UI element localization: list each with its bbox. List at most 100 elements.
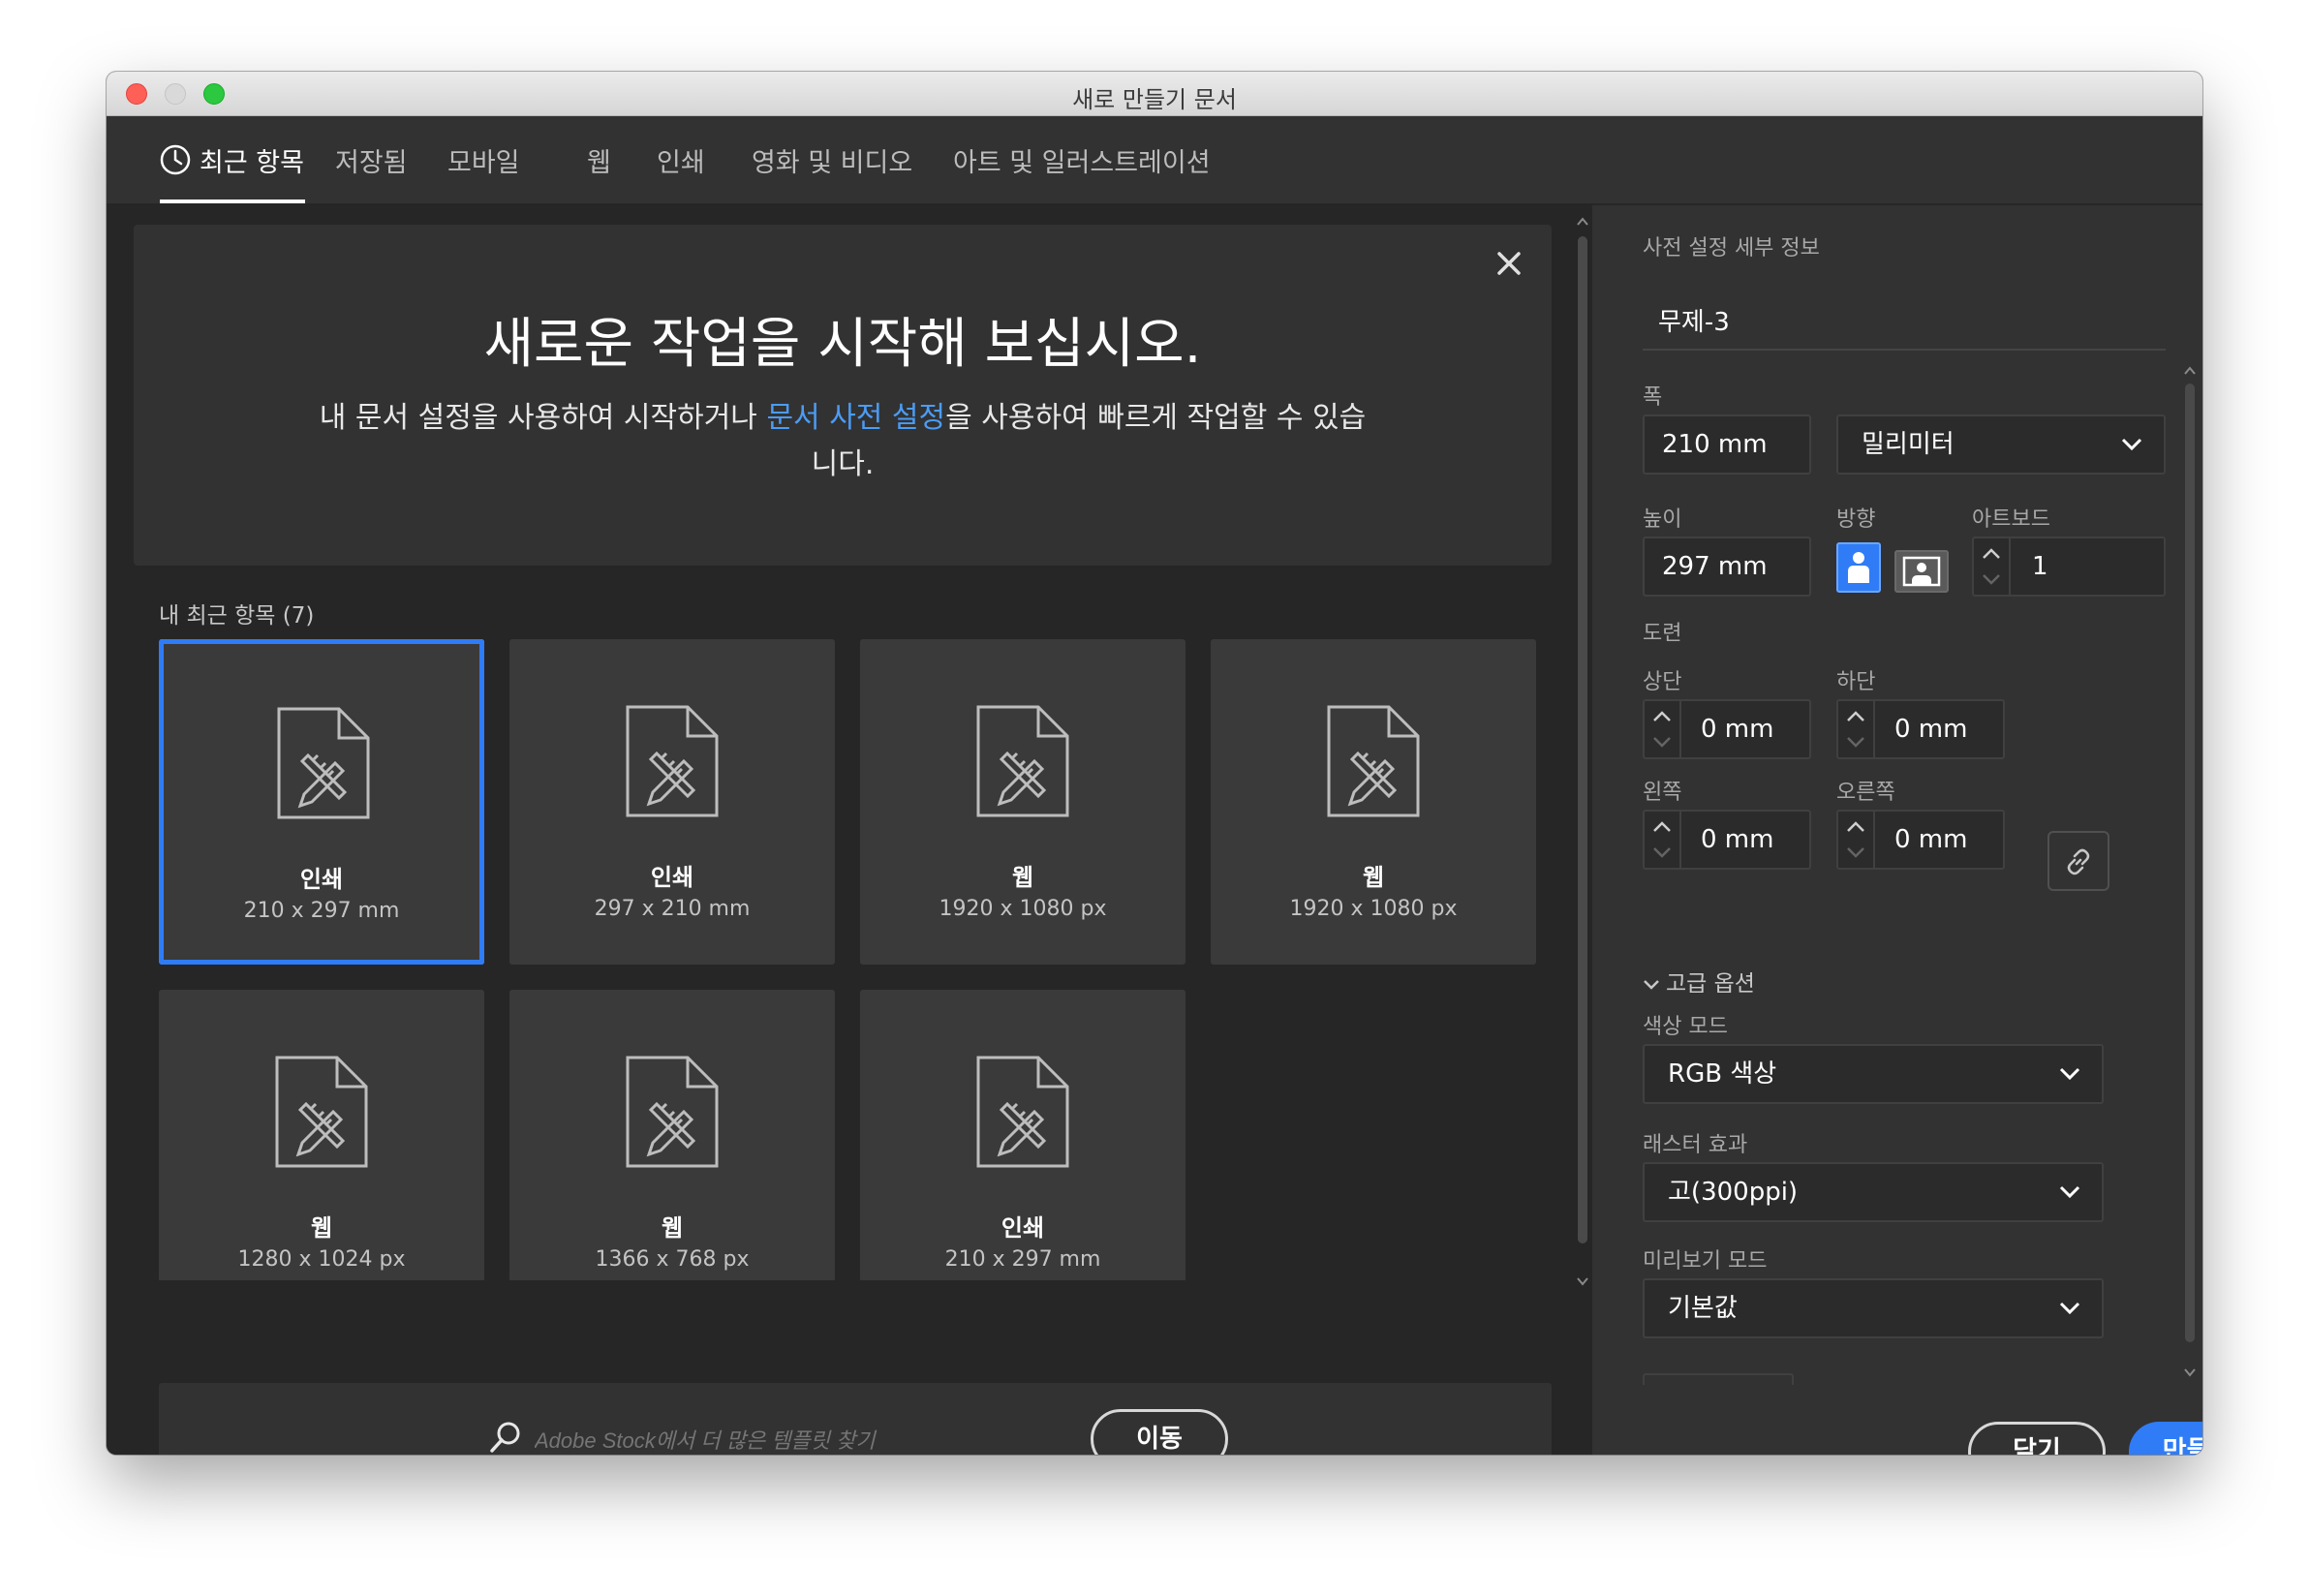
raster-effects-label: 래스터 효과 — [1643, 1133, 1748, 1157]
recent-item-size: 1920 x 1080 px — [939, 897, 1107, 921]
recent-item[interactable]: 인쇄 210 x 297 mm — [159, 639, 484, 965]
recent-item[interactable]: 웹 1366 x 768 px — [509, 990, 835, 1280]
scrollbar-thumb[interactable] — [1578, 236, 1587, 1243]
recent-item-size: 1280 x 1024 px — [237, 1247, 406, 1272]
scroll-down-icon[interactable] — [2184, 1367, 2196, 1377]
stock-search-input[interactable] — [535, 1414, 1058, 1455]
search-icon — [490, 1422, 520, 1453]
preview-mode-select[interactable]: 기본값 — [1643, 1278, 2104, 1338]
tab-art-illustration[interactable]: 아트 및 일러스트레이션 — [953, 141, 1211, 179]
bleed-top-stepper[interactable] — [1643, 699, 1681, 759]
scrollbar-thumb[interactable] — [2185, 384, 2195, 1342]
tab-saved[interactable]: 저장됨 — [335, 141, 408, 179]
advanced-options-label: 고급 옵션 — [1666, 971, 1755, 997]
stepper-up-icon[interactable] — [1982, 548, 2001, 560]
advanced-options-toggle[interactable]: 고급 옵션 — [1643, 965, 1755, 998]
recent-item-size: 210 x 297 mm — [243, 899, 400, 923]
landscape-icon — [1902, 556, 1941, 587]
recent-items-heading: 내 최근 항목 (7) — [159, 597, 314, 629]
color-mode-value: RGB 색상 — [1668, 1059, 1777, 1089]
title-bar: 새로 만들기 문서 — [107, 72, 2202, 116]
units-select[interactable]: 밀리미터 — [1836, 414, 2166, 475]
close-icon[interactable] — [1493, 248, 1524, 279]
recent-item-size: 1366 x 768 px — [595, 1247, 750, 1272]
tab-mobile[interactable]: 모바일 — [447, 141, 520, 179]
chevron-down-icon — [2121, 438, 2142, 451]
link-bleed-button[interactable] — [2047, 831, 2109, 891]
height-input[interactable]: 297 mm — [1643, 537, 1811, 597]
recent-item[interactable]: 웹 1920 x 1080 px — [1211, 639, 1536, 965]
go-button[interactable]: 이동 — [1091, 1409, 1228, 1455]
active-tab-indicator — [160, 200, 305, 203]
details-scrollbar[interactable] — [2181, 364, 2199, 1381]
orientation-label: 방향 — [1836, 507, 1876, 532]
landscape-orientation-button[interactable] — [1894, 550, 1949, 593]
scroll-down-icon[interactable] — [1577, 1276, 1588, 1286]
recent-item-size: 1920 x 1080 px — [1289, 897, 1458, 921]
document-template-icon — [277, 707, 370, 819]
clock-icon — [160, 144, 191, 175]
stepper-up-icon[interactable] — [1846, 821, 1865, 833]
tab-web[interactable]: 웹 — [587, 141, 611, 179]
color-mode-select[interactable]: RGB 색상 — [1643, 1044, 2104, 1104]
tab-film-video[interactable]: 영화 및 비디오 — [752, 141, 912, 179]
recent-item[interactable]: 웹 1280 x 1024 px — [159, 990, 484, 1280]
tab-print[interactable]: 인쇄 — [657, 141, 705, 179]
preset-category-tabs: 최근 항목 저장됨 모바일 웹 인쇄 영화 및 비디오 아트 및 일러스트레이션 — [107, 116, 2202, 205]
new-document-dialog: 새로 만들기 문서 최근 항목 저장됨 모바일 웹 인쇄 영화 및 비디오 아트… — [107, 72, 2202, 1455]
stepper-down-icon[interactable] — [1982, 573, 2001, 585]
chevron-down-icon — [2059, 1067, 2080, 1081]
artboards-stepper[interactable] — [1972, 537, 2011, 597]
stepper-down-icon[interactable] — [1652, 846, 1672, 858]
chevron-down-icon — [2059, 1185, 2080, 1199]
next-field-partial — [1643, 1373, 1794, 1385]
portrait-icon — [1848, 552, 1869, 583]
tab-recent[interactable]: 최근 항목 — [200, 141, 304, 179]
recent-item-type: 웹 — [1011, 864, 1034, 891]
width-input[interactable]: 210 mm — [1643, 414, 1811, 475]
width-label: 폭 — [1643, 385, 1663, 410]
bleed-left-label: 왼쪽 — [1643, 781, 1682, 805]
scroll-up-icon[interactable] — [2184, 366, 2196, 376]
bleed-right-stepper[interactable] — [1836, 810, 1875, 870]
bleed-bottom-stepper[interactable] — [1836, 699, 1875, 759]
recent-item-type: 인쇄 — [1001, 1214, 1045, 1242]
bleed-label: 도련 — [1643, 622, 1682, 646]
stepper-down-icon[interactable] — [1846, 736, 1865, 748]
bleed-top-label: 상단 — [1643, 670, 1682, 694]
document-name-field[interactable]: 무제-3 — [1643, 302, 2166, 351]
recent-item[interactable]: 웹 1920 x 1080 px — [860, 639, 1185, 965]
chevron-down-icon — [2059, 1302, 2080, 1315]
stepper-up-icon[interactable] — [1652, 821, 1672, 833]
recent-items-count: (7) — [282, 603, 315, 629]
close-button[interactable]: 닫기 — [1968, 1422, 2106, 1455]
stepper-up-icon[interactable] — [1652, 711, 1672, 722]
presets-scrollbar[interactable] — [1575, 213, 1590, 1292]
bleed-left-stepper[interactable] — [1643, 810, 1681, 870]
stepper-up-icon[interactable] — [1846, 711, 1865, 722]
recent-item[interactable]: 인쇄 297 x 210 mm — [509, 639, 835, 965]
chevron-down-icon — [1644, 979, 1659, 990]
recent-item-type: 인쇄 — [650, 864, 694, 891]
document-presets-link[interactable]: 문서 사전 설정 — [766, 401, 945, 435]
welcome-banner: 새로운 작업을 시작해 보십시오. 내 문서 설정을 사용하여 시작하거나 문서… — [134, 225, 1552, 566]
units-select-value: 밀리미터 — [1862, 430, 1955, 459]
recent-items-row-clip: 웹 1280 x 1024 px 웹 1366 x 768 px 인쇄 210 … — [107, 990, 1569, 1280]
portrait-orientation-button[interactable] — [1836, 542, 1881, 593]
document-template-icon — [626, 705, 719, 817]
window-title: 새로 만들기 문서 — [1072, 86, 1237, 113]
stepper-down-icon[interactable] — [1652, 736, 1672, 748]
recent-item-type: 웹 — [310, 1214, 333, 1242]
stock-search-bar: 이동 — [159, 1383, 1552, 1455]
recent-item[interactable]: 인쇄 210 x 297 mm — [860, 990, 1185, 1280]
recent-item-size: 210 x 297 mm — [944, 1247, 1101, 1272]
color-mode-label: 색상 모드 — [1643, 1015, 1728, 1039]
welcome-subtitle-text: 내 문서 설정을 사용하여 시작하거나 — [319, 401, 767, 435]
scroll-up-icon[interactable] — [1577, 217, 1588, 227]
chain-link-icon — [2067, 848, 2090, 875]
stepper-down-icon[interactable] — [1846, 846, 1865, 858]
preview-mode-label: 미리보기 모드 — [1643, 1249, 1768, 1274]
raster-effects-value: 고(300ppi) — [1668, 1178, 1799, 1207]
document-template-icon — [976, 1056, 1069, 1168]
raster-effects-select[interactable]: 고(300ppi) — [1643, 1162, 2104, 1222]
